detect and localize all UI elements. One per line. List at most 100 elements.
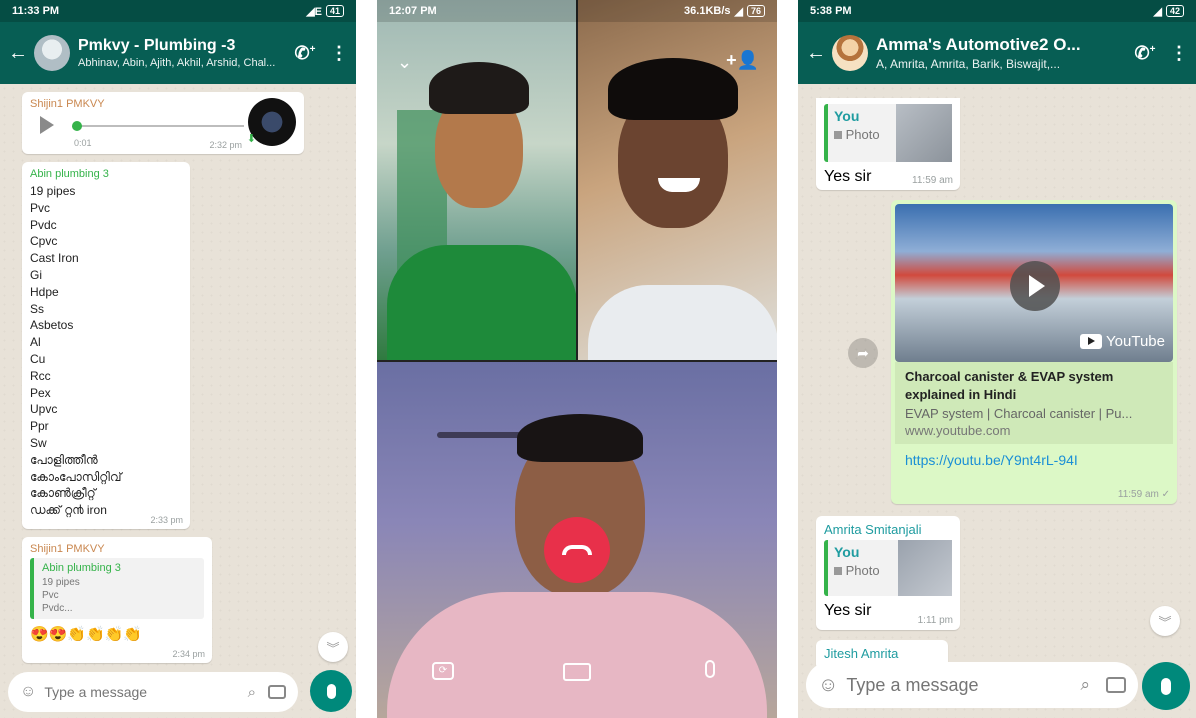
voice-message-bubble: Shijin1 PMKVY 0:01 2:32 pm ⬇ [22, 92, 304, 154]
message-line: Asbetos [30, 318, 74, 333]
voice-duration: 0:01 [74, 138, 92, 148]
link-domain: www.youtube.com [905, 423, 1011, 438]
quoted-thumbnail [896, 104, 952, 162]
signal-icon: ◢ [1153, 5, 1162, 18]
forward-button[interactable]: ➦ [848, 338, 878, 368]
message-line: Ppr [30, 419, 49, 434]
message-line: Cast Iron [30, 251, 79, 266]
message-input-bar: ☺ ⌕ [8, 672, 298, 712]
scroll-down-button[interactable]: ︾ [318, 632, 348, 662]
play-icon [1029, 275, 1045, 297]
attach-icon[interactable]: ⌕ [1080, 675, 1090, 695]
message-line: Rcc [30, 368, 51, 383]
chat-participants: Abhinav, Abin, Ajith, Akhil, Arshid, Cha… [78, 57, 276, 69]
quoted-message[interactable]: You Photo [824, 540, 952, 596]
chat-title-area[interactable]: Pmkvy - Plumbing -3 Abhinav, Abin, Ajith… [78, 37, 288, 69]
back-arrow-icon[interactable]: ← [806, 42, 828, 65]
voice-record-button[interactable] [310, 670, 352, 712]
camera-icon[interactable] [1106, 677, 1126, 693]
chat-header: ← Pmkvy - Plumbing -3 Abhinav, Abin, Aji… [0, 22, 356, 84]
link-preview[interactable]: YouTube [895, 204, 1173, 362]
status-bar: 12:07 PM 36.1KB/s ◢ 76 [377, 0, 777, 22]
add-call-icon[interactable]: ✆+ [1128, 43, 1162, 64]
status-time: 5:38 PM [810, 5, 852, 17]
battery-indicator: ◢E 41 [306, 5, 344, 18]
message-line: Sw [30, 435, 47, 450]
chat-title-area[interactable]: Amma's Automotive2 O... A, Amrita, Amrit… [876, 35, 1128, 71]
voice-progress-thumb[interactable] [72, 121, 82, 131]
attach-icon[interactable]: ⌕ [248, 684, 256, 701]
mute-icon[interactable] [705, 660, 715, 678]
mic-icon: ⬇ [246, 133, 256, 145]
quoted-sender: Abin plumbing 3 [42, 562, 121, 574]
chat-title: Amma's Automotive2 O... [876, 35, 1081, 54]
emoji-icon[interactable]: ☺ [818, 674, 838, 697]
camera-icon[interactable] [268, 685, 286, 699]
photo-icon [834, 567, 842, 575]
status-bar: 11:33 PM ◢E 41 [0, 0, 356, 22]
message-sender: Jitesh Amrita [824, 646, 899, 661]
status-right: ◢ 42 [1154, 5, 1184, 18]
message-input-bar: ☺ ⌕ [806, 662, 1138, 708]
switch-camera-icon[interactable]: ⟳ [432, 662, 454, 680]
youtube-badge: YouTube [1080, 333, 1165, 350]
reply-message-bubble: Shijin1 PMKVY Abin plumbing 3 19 pipes P… [22, 537, 212, 663]
more-options-icon[interactable]: ⋮ [322, 43, 356, 64]
add-participant-icon[interactable]: +👤 [726, 50, 759, 71]
emoji-icon[interactable]: ☺ [20, 683, 36, 701]
battery-level: 76 [746, 5, 765, 17]
message-line: Pvdc [30, 217, 57, 232]
message-input[interactable] [44, 684, 248, 700]
message-time: 11:59 am [912, 175, 953, 186]
chat-header: ← Amma's Automotive2 O... A, Amrita, Amr… [798, 22, 1196, 84]
group-avatar[interactable] [832, 35, 868, 71]
camera-off-icon[interactable] [563, 663, 591, 681]
message-line: പോളിത്തീൻ [30, 452, 98, 467]
quoted-message[interactable]: You Photo [824, 104, 952, 162]
signal-icon: ◢ [734, 5, 743, 18]
message-sender: Shijin1 PMKVY [30, 543, 105, 555]
status-time: 11:33 PM [12, 5, 60, 17]
mic-icon [326, 683, 336, 699]
back-arrow-icon[interactable]: ← [8, 42, 30, 65]
message-line: Al [30, 335, 41, 350]
hang-up-icon [562, 545, 592, 555]
quoted-line: 19 pipes [42, 577, 80, 588]
link-url[interactable]: https://youtu.be/Y9nt4rL-94I [895, 444, 1173, 476]
participant-shirt [387, 592, 767, 718]
youtube-icon [1080, 334, 1103, 349]
play-icon[interactable] [40, 116, 54, 134]
link-info[interactable]: Charcoal canister & EVAP system explaine… [895, 362, 1173, 444]
chat-screen-automotive: 5:38 PM ◢ 42 ← Amma's Automotive2 O... A… [798, 0, 1196, 718]
group-avatar[interactable] [34, 35, 70, 71]
message-time: 2:32 pm [209, 140, 242, 150]
voice-progress-track[interactable] [74, 125, 244, 127]
more-options-icon[interactable]: ⋮ [1162, 43, 1196, 64]
message-line: Hdpe [30, 284, 59, 299]
chat-screen-plumbing: 11:33 PM ◢E 41 ← Pmkvy - Plumbing -3 Abh… [0, 0, 356, 718]
scroll-down-button[interactable]: ︾ [1150, 606, 1180, 636]
message-time: 1:11 pm [917, 615, 953, 626]
quoted-message[interactable]: Abin plumbing 3 19 pipes Pvc Pvdc... [30, 558, 204, 619]
chevron-down-icon[interactable]: ⌄ [397, 52, 412, 73]
message-line: 19 pipes [30, 184, 76, 198]
battery-level: 41 [325, 5, 344, 17]
end-call-button[interactable] [544, 517, 610, 583]
participant-hair [608, 58, 738, 120]
quoted-type: Photo [845, 563, 880, 578]
reply-message-bubble: You Photo Yes sir 11:59 am [816, 98, 960, 190]
message-time: 11:59 am ✓ [1117, 489, 1170, 500]
message-line: Cpvc [30, 234, 58, 249]
play-button[interactable] [1010, 261, 1060, 311]
message-line: Ss [30, 301, 45, 316]
message-input[interactable] [846, 674, 1081, 696]
add-call-icon[interactable]: ✆+ [288, 43, 322, 64]
message-lines: 19 pipes Pvc Pvdc Cpvc Cast Iron Gi Hdpe… [30, 183, 182, 519]
message-line: കോൺക്രീറ്റ് [30, 486, 96, 501]
list-message-bubble: Abin plumbing 3 19 pipes Pvc Pvdc Cpvc C… [22, 162, 190, 529]
mic-icon [1161, 677, 1171, 695]
message-line: കോംപോസിറ്റിവ് [30, 469, 122, 484]
participant-shirt [588, 285, 777, 360]
message-sender: Amrita Smitanjali [824, 522, 922, 537]
voice-record-button[interactable] [1142, 662, 1190, 710]
